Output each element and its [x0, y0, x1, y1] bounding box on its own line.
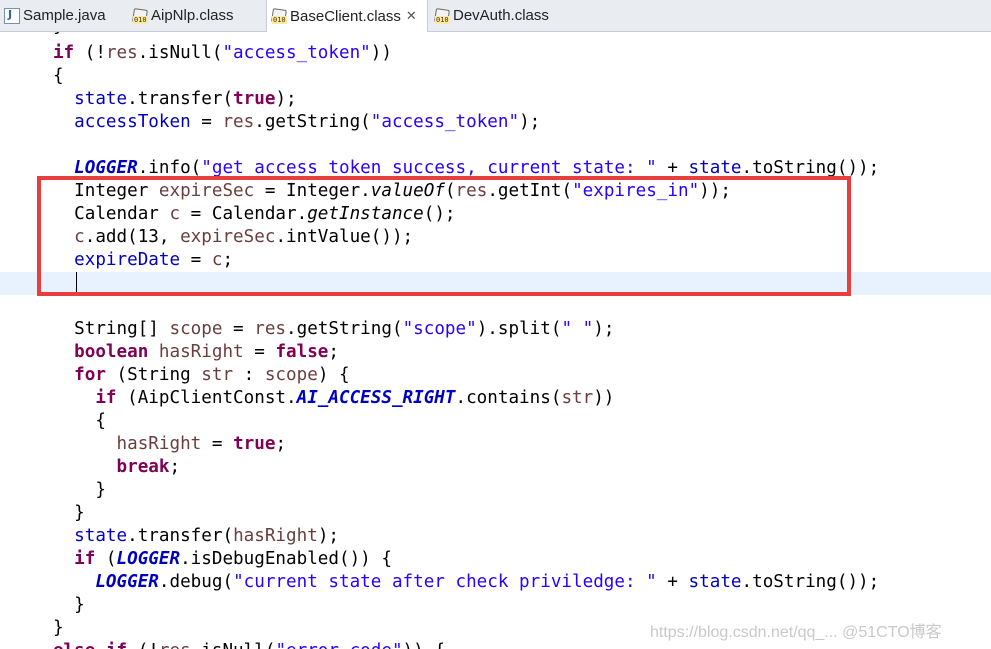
code-line: state.transfer(hasRight);	[74, 526, 339, 546]
tab-label: BaseClient.class	[290, 7, 401, 25]
code-line: for (String str : scope) {	[74, 365, 350, 385]
code-line: if (AipClientConst.AI_ACCESS_RIGHT.conta…	[95, 388, 615, 408]
code-line: }	[74, 503, 85, 523]
code-line: {	[52, 66, 64, 86]
code-line: String[] scope = res.getString("scope").…	[74, 319, 615, 339]
code-line: hasRight = true;	[116, 434, 287, 454]
class-file-icon	[271, 8, 287, 24]
watermark: https://blog.csdn.net/qq_... @51CTO博客	[650, 624, 942, 641]
tab-aipnlp-class[interactable]: AipNlp.class	[128, 0, 264, 31]
tab-devauth-class[interactable]: DevAuth.class	[430, 0, 562, 31]
java-file-icon	[4, 7, 20, 24]
tab-label: DevAuth.class	[453, 7, 549, 24]
code-line: break;	[116, 457, 181, 477]
editor-tab-bar: Sample.java AipNlp.class BaseClient.clas…	[0, 0, 991, 32]
code-line: LOGGER.debug("current state after check …	[95, 572, 880, 592]
code-editor[interactable]: } if (!res.isNull("access_token")) { sta…	[0, 32, 991, 649]
code-line: if (!res.isNull("access_token"))	[52, 43, 392, 63]
class-file-icon	[434, 8, 450, 24]
class-file-icon	[132, 8, 148, 24]
tab-sample-java[interactable]: Sample.java	[0, 0, 124, 31]
tab-baseclient-class[interactable]: BaseClient.class ✕	[266, 0, 428, 32]
code-line: boolean hasRight = false;	[74, 342, 339, 362]
code-line: accessToken = res.getString("access_toke…	[74, 112, 541, 132]
code-line: if (LOGGER.isDebugEnabled()) {	[74, 549, 392, 569]
close-icon[interactable]: ✕	[406, 9, 417, 24]
tab-label: AipNlp.class	[151, 7, 234, 24]
code-line: }	[0, 32, 991, 38]
code-line: }	[95, 480, 106, 500]
code-line: }	[74, 595, 85, 615]
tab-label: Sample.java	[23, 7, 106, 24]
code-line: {	[95, 411, 106, 431]
code-line: state.transfer(true);	[74, 89, 297, 109]
red-highlight-box	[37, 176, 851, 296]
